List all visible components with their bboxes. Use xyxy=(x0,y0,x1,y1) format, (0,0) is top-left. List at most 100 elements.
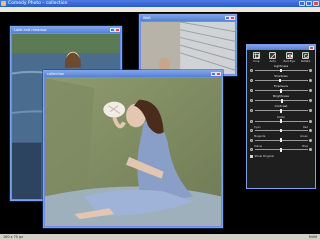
close-button[interactable] xyxy=(230,15,235,20)
window-controls xyxy=(299,1,319,6)
tool-row: Crop Auto Red-Eye Rotate xyxy=(247,50,315,63)
slider-min-icon xyxy=(250,69,253,73)
close-button[interactable] xyxy=(309,45,314,50)
auto-fix-tool-button[interactable]: Auto xyxy=(266,51,280,63)
slider-max-icon xyxy=(309,69,312,73)
slider-max-icon xyxy=(309,119,312,123)
close-button[interactable] xyxy=(115,27,120,32)
slider[interactable] xyxy=(250,88,312,93)
status-image-size: 100 x 75 px xyxy=(3,235,24,239)
panel-titlebar[interactable] xyxy=(247,45,315,50)
slider[interactable] xyxy=(250,99,312,103)
slider[interactable] xyxy=(250,138,312,143)
slider-track[interactable] xyxy=(254,138,308,143)
slider-row: Shadows xyxy=(250,75,312,83)
statusbar: 100 x 75 px NUM xyxy=(0,234,320,240)
app-title: Comedy Photo – collection xyxy=(8,1,68,6)
app-icon xyxy=(1,1,6,6)
rotate-icon xyxy=(302,51,310,59)
slider-max-icon xyxy=(309,148,312,152)
slider-track[interactable] xyxy=(254,119,308,123)
adjustment-sliders: Lightness Shadows Exposure Brightness Contra… xyxy=(247,65,315,123)
photo-girl xyxy=(45,78,221,226)
status-num-indicator: NUM xyxy=(309,235,317,239)
slider-left-label: Cyan xyxy=(254,125,261,129)
adjustments-panel: Crop Auto Red-Eye Rotate Lightness Shadow… xyxy=(246,44,316,189)
photo-window-title: collection xyxy=(47,72,65,76)
photo-wall xyxy=(141,22,235,74)
slider-thumb[interactable] xyxy=(279,119,283,123)
slider-thumb[interactable] xyxy=(279,68,283,73)
close-button[interactable] xyxy=(313,1,319,6)
slider[interactable] xyxy=(250,109,312,113)
slider-min-icon xyxy=(250,148,253,152)
slider-thumb[interactable] xyxy=(278,78,282,83)
minimize-button[interactable] xyxy=(210,71,216,76)
photo-window-title: Lake and meadow xyxy=(14,28,47,32)
slider[interactable] xyxy=(250,78,312,83)
rotate-tool-button[interactable]: Rotate xyxy=(299,51,313,63)
slider-right-label: Green xyxy=(300,135,308,139)
slider-row: Contrast xyxy=(250,105,312,113)
slider-max-icon xyxy=(309,99,312,103)
close-button[interactable] xyxy=(216,71,221,76)
slider-left-label: Magenta xyxy=(254,135,266,139)
show-original-checkbox[interactable] xyxy=(250,154,253,158)
slider-min-icon xyxy=(250,99,253,103)
slider-row: Magenta Green xyxy=(250,135,312,143)
slider-row: Brightness xyxy=(250,95,312,103)
photo-window-main[interactable]: collection xyxy=(43,70,223,228)
photo-window-titlebar[interactable]: Lake and meadow xyxy=(11,27,121,33)
show-original-option[interactable]: Show Original xyxy=(247,154,315,158)
photo-window-wall[interactable]: Wall xyxy=(139,14,237,76)
slider-thumb[interactable] xyxy=(279,88,283,93)
slider-max-icon xyxy=(309,129,312,133)
auto-fix-icon xyxy=(269,51,277,59)
slider-max-icon xyxy=(309,89,312,93)
slider-row: Cyan Red xyxy=(250,126,312,133)
slider-thumb[interactable] xyxy=(279,148,283,152)
slider-thumb[interactable] xyxy=(279,109,283,113)
minimize-button[interactable] xyxy=(109,27,115,32)
crop-tool-button[interactable]: Crop xyxy=(249,51,263,63)
slider[interactable] xyxy=(250,68,312,73)
slider[interactable] xyxy=(250,119,312,123)
slider-track[interactable] xyxy=(254,109,308,113)
slider-track[interactable] xyxy=(254,148,308,152)
slider-min-icon xyxy=(250,109,253,113)
minimize-button[interactable] xyxy=(299,1,305,6)
slider[interactable] xyxy=(250,128,312,133)
slider-track[interactable] xyxy=(254,99,308,103)
slider-row: Yellow Blue xyxy=(250,145,312,152)
slider-max-icon xyxy=(309,79,312,83)
slider-row: Lightness xyxy=(250,65,312,73)
red-eye-tool-button[interactable]: Red-Eye xyxy=(282,51,296,63)
crop-icon xyxy=(252,51,260,59)
show-original-label: Show Original xyxy=(254,154,274,159)
photo-window-titlebar[interactable]: Wall xyxy=(140,15,236,21)
slider-row: Color xyxy=(250,115,312,124)
red-eye-icon xyxy=(285,51,293,59)
slider-track[interactable] xyxy=(254,68,308,73)
slider-min-icon xyxy=(250,129,253,133)
minimize-button[interactable] xyxy=(224,15,230,20)
slider-thumb[interactable] xyxy=(279,138,283,143)
slider-track[interactable] xyxy=(254,128,308,133)
slider-left-label: Yellow xyxy=(254,144,262,148)
slider-min-icon xyxy=(250,138,253,142)
slider-thumb[interactable] xyxy=(279,128,283,133)
slider-thumb[interactable] xyxy=(280,99,284,103)
photo-window-titlebar[interactable]: collection xyxy=(44,71,222,77)
slider-max-icon xyxy=(309,138,312,142)
color-sliders: Cyan Red Magenta Green Yellow Blue xyxy=(247,126,315,152)
slider-max-icon xyxy=(309,109,312,113)
slider-min-icon xyxy=(250,89,253,93)
slider-track[interactable] xyxy=(254,78,308,83)
slider-right-label: Red xyxy=(303,125,308,129)
app-titlebar: Comedy Photo – collection xyxy=(0,0,320,7)
slider[interactable] xyxy=(250,148,312,152)
slider-row: Exposure xyxy=(250,85,312,93)
slider-track[interactable] xyxy=(254,88,308,93)
maximize-button[interactable] xyxy=(306,1,312,6)
slider-min-icon xyxy=(250,79,253,83)
